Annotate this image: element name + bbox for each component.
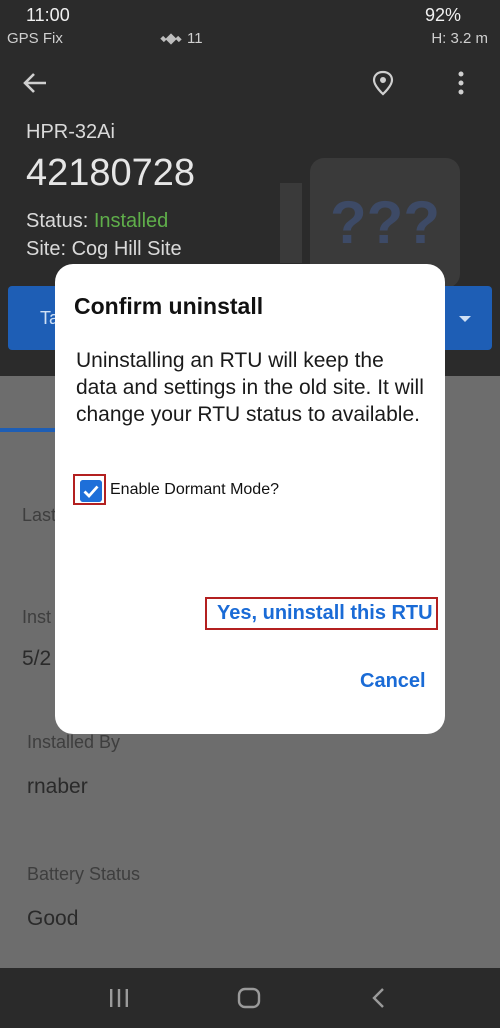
device-site: Site: Cog Hill Site	[26, 238, 182, 260]
dialog-title: Confirm uninstall	[74, 293, 264, 319]
cancel-button[interactable]: Cancel	[360, 670, 426, 693]
installed-by-value: rnaber	[27, 775, 88, 798]
dropdown-arrow-icon[interactable]	[458, 314, 472, 324]
status-value: Installed	[93, 210, 169, 232]
gps-fix-label: GPS Fix	[7, 30, 63, 47]
status-label: Status:	[26, 210, 94, 232]
device-model: HPR-32Ai	[26, 121, 115, 143]
dormant-mode-checkbox[interactable]	[80, 480, 102, 502]
recent-apps-icon[interactable]	[108, 988, 130, 1008]
status-time: 11:00	[26, 5, 70, 25]
satellite-count: 11	[187, 30, 203, 47]
installed-date-value: 5/2	[22, 647, 52, 670]
battery-status-value: Good	[27, 907, 79, 930]
home-icon[interactable]	[237, 987, 261, 1009]
confirm-uninstall-button[interactable]: Yes, uninstall this RTU	[217, 602, 433, 625]
svg-text:???: ???	[330, 189, 440, 256]
location-pin-icon[interactable]	[372, 70, 394, 96]
device-id: 42180728	[26, 152, 196, 194]
dormant-mode-label[interactable]: Enable Dormant Mode?	[110, 481, 279, 499]
battery-status-label: Battery Status	[27, 864, 141, 884]
device-status: Status: Installed	[26, 210, 168, 233]
dialog-message: Uninstalling an RTU will keep the data a…	[76, 349, 424, 426]
confirm-uninstall-dialog	[55, 264, 445, 734]
last-label: Last	[22, 505, 57, 525]
installed-by-label: Installed By	[27, 732, 121, 752]
battery-percent: 92%	[425, 5, 462, 25]
horizontal-accuracy: H: 3.2 m	[431, 30, 488, 47]
back-arrow-icon[interactable]	[22, 70, 48, 96]
installed-date-label: Inst	[22, 607, 52, 627]
satellite-icon	[160, 33, 182, 45]
more-options-icon[interactable]	[455, 70, 467, 96]
nav-back-icon[interactable]	[370, 987, 386, 1009]
